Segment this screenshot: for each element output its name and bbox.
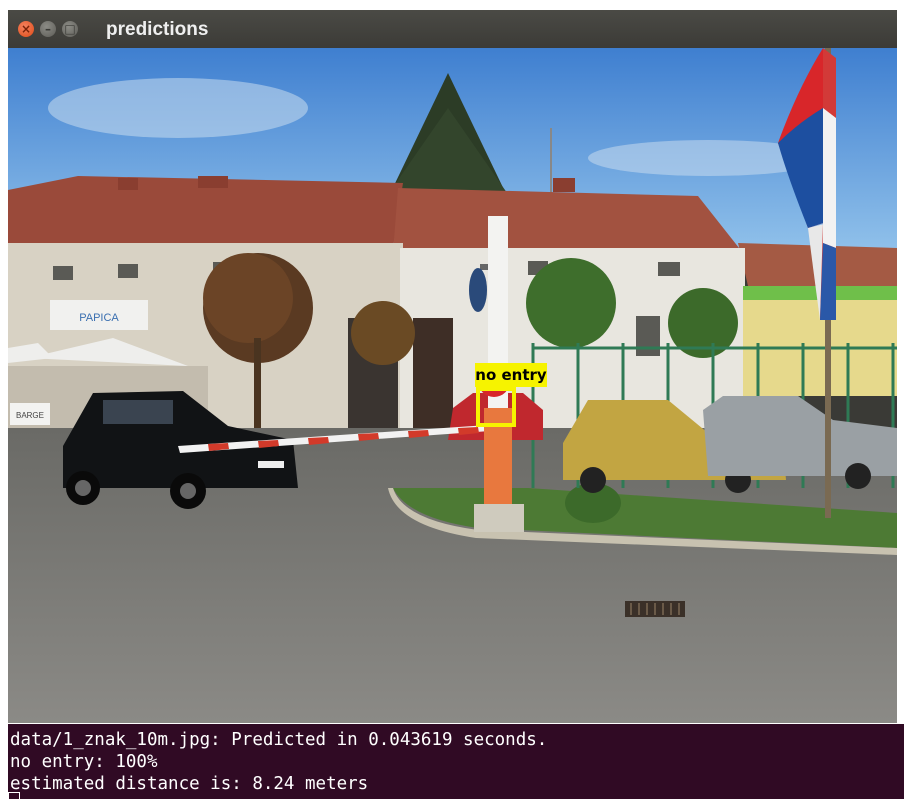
- close-button[interactable]: ×: [18, 21, 34, 37]
- minimize-button[interactable]: –: [40, 21, 56, 37]
- window-titlebar[interactable]: × – □ predictions: [8, 10, 897, 48]
- shop-sign: PAPICA: [79, 312, 119, 324]
- window-title: predictions: [106, 19, 209, 40]
- detection-label: no entry: [475, 363, 547, 387]
- terminal-line-prediction-time: data/1_znak_10m.jpg: Predicted in 0.0436…: [10, 730, 548, 750]
- terminal-line-distance: estimated distance is: 8.24 meters: [10, 774, 369, 794]
- detection-bounding-box: [476, 387, 516, 427]
- minimize-icon: –: [45, 22, 51, 36]
- terminal-output[interactable]: data/1_znak_10m.jpg: Predicted in 0.0436…: [8, 724, 904, 800]
- close-icon: ×: [20, 22, 32, 36]
- prediction-image: PAPICA BARGE no entry: [8, 48, 897, 723]
- street-scene: PAPICA BARGE: [8, 48, 897, 723]
- maximize-icon: □: [64, 22, 76, 36]
- predictions-window: × – □ predictions PAPICA BARGE no entry: [8, 10, 897, 723]
- terminal-line-confidence: no entry: 100%: [10, 752, 158, 772]
- maximize-button[interactable]: □: [62, 21, 78, 37]
- small-sign: BARGE: [16, 411, 44, 420]
